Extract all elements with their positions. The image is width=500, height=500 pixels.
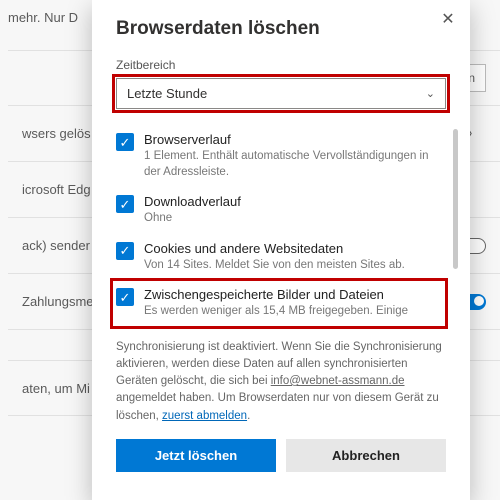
list-item[interactable]: ✓ Downloadverlauf Ohne: [116, 187, 446, 234]
item-desc: Es werden weniger als 15,4 MB freigegebe…: [144, 304, 444, 320]
item-title: Cookies und andere Websitedaten: [144, 241, 444, 256]
checkbox-checked-icon[interactable]: ✓: [116, 133, 134, 151]
list-item[interactable]: ✓ Browserverlauf 1 Element. Enthält auto…: [116, 125, 446, 187]
sync-email: info@webnet-assmann.de: [271, 375, 405, 387]
sync-note: Synchronisierung ist deaktiviert. Wenn S…: [116, 339, 446, 425]
clear-browsing-data-dialog: ✕ Browserdaten löschen Zeitbereich Letzt…: [92, 0, 470, 500]
scrollbar[interactable]: [453, 129, 458, 269]
data-types-list: ✓ Browserverlauf 1 Element. Enthält auto…: [116, 125, 446, 327]
time-range-label: Zeitbereich: [116, 58, 446, 72]
item-desc: Ohne: [144, 211, 444, 227]
cancel-button[interactable]: Abbrechen: [286, 439, 446, 472]
time-range-select[interactable]: Letzte Stunde ⌄: [116, 78, 446, 109]
checkbox-checked-icon[interactable]: ✓: [116, 242, 134, 260]
bg-text: aten, um Mi: [22, 381, 90, 396]
item-title: Zwischengespeicherte Bilder und Dateien: [144, 287, 444, 302]
bg-text: ack) sender: [22, 238, 90, 253]
bg-text: icrosoft Edg: [22, 182, 91, 197]
list-item[interactable]: ✓ Cookies und andere Websitedaten Von 14…: [116, 234, 446, 281]
bg-text: wsers gelös: [22, 126, 91, 141]
item-desc: 1 Element. Enthält automatische Vervolls…: [144, 149, 444, 180]
signout-first-link[interactable]: zuerst abmelden: [162, 410, 247, 422]
clear-now-button[interactable]: Jetzt löschen: [116, 439, 276, 472]
list-item-cache[interactable]: ✓ Zwischengespeicherte Bilder und Dateie…: [112, 280, 446, 327]
checkbox-checked-icon[interactable]: ✓: [116, 288, 134, 306]
item-title: Downloadverlauf: [144, 194, 444, 209]
time-range-value: Letzte Stunde: [127, 86, 207, 101]
dialog-title: Browserdaten löschen: [116, 18, 446, 40]
close-icon[interactable]: ✕: [438, 10, 458, 30]
bg-text: mehr. Nur D: [8, 10, 78, 25]
item-desc: Von 14 Sites. Meldet Sie von den meisten…: [144, 258, 444, 274]
chevron-down-icon: ⌄: [426, 87, 435, 100]
checkbox-checked-icon[interactable]: ✓: [116, 195, 134, 213]
item-title: Browserverlauf: [144, 132, 444, 147]
bg-text: Zahlungsme: [22, 294, 94, 309]
